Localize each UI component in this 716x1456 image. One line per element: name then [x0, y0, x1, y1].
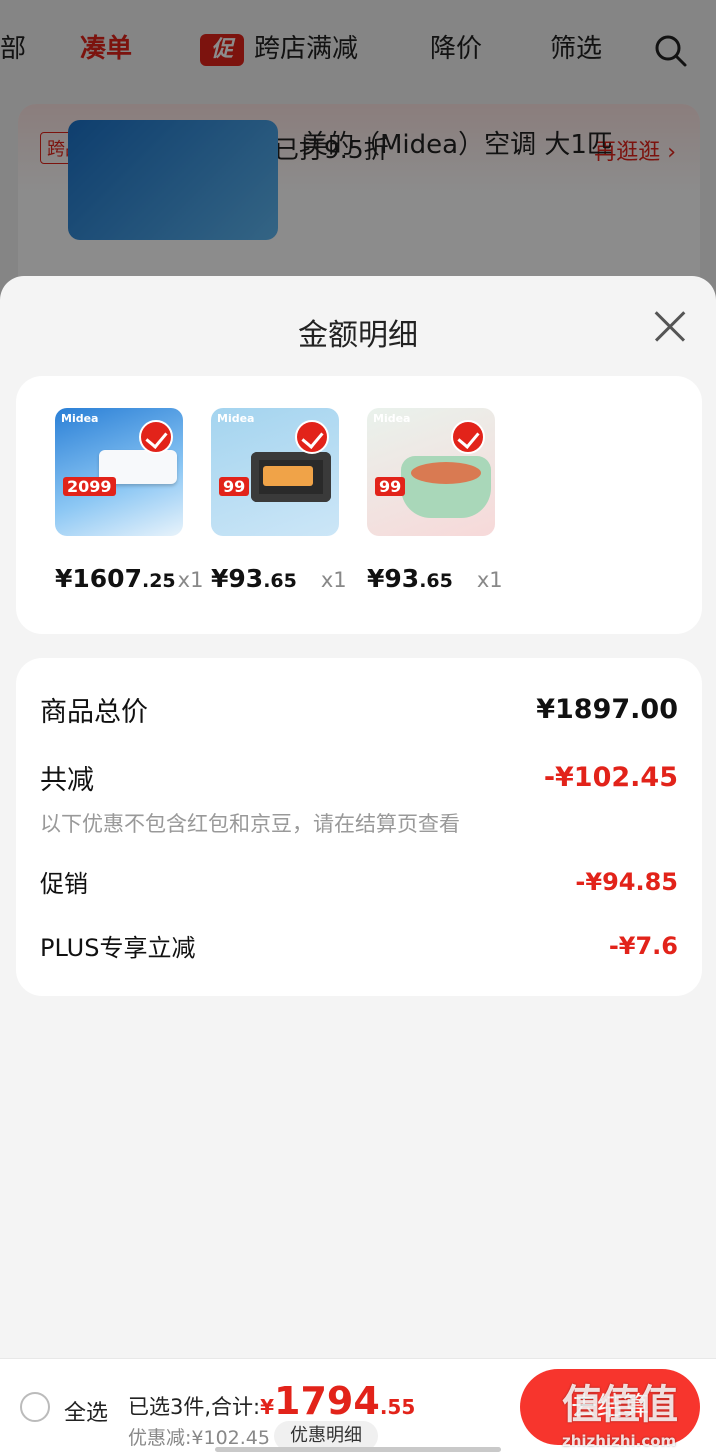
selected-total: 已选3件,合计:¥1794.55: [128, 1379, 415, 1423]
product-quantity: x1: [320, 568, 347, 592]
selected-count-text: 已选3件,合计:: [128, 1395, 261, 1419]
product-quantity: x1: [476, 568, 503, 592]
promotion-value: -¥94.85: [575, 867, 678, 896]
plus-discount-value: -¥7.6: [608, 931, 678, 960]
price-decimal: .25: [141, 570, 176, 592]
selected-products-card: Midea 2099 ¥1607.25x1 Midea 99 ¥93.65 x1 …: [16, 376, 702, 634]
total-decimal: .55: [379, 1395, 416, 1419]
check-icon[interactable]: [139, 420, 173, 454]
price-decimal: .65: [419, 570, 453, 592]
product-price: ¥1607.25x1: [55, 564, 203, 593]
watermark-text: 值值值: [562, 1382, 678, 1428]
discount-note: 以下优惠不包含红包和京豆，请在结算页查看: [40, 812, 460, 836]
brand-logo: Midea: [373, 412, 411, 425]
watermark-url: zhizhizhi.com: [562, 1432, 677, 1450]
product-price: ¥93.65 x1: [211, 564, 351, 593]
product-image: Midea 2099: [55, 408, 183, 536]
watermark: 值值值 zhizhizhi.com: [562, 1372, 712, 1452]
price-tag: 99: [219, 477, 250, 496]
promotion-label: 促销: [40, 870, 88, 898]
product-quantity: x1: [177, 568, 204, 592]
brand-logo: Midea: [217, 412, 255, 425]
product-item[interactable]: Midea 99 ¥93.65 x1: [367, 408, 507, 593]
sheet-title: 金额明细: [298, 318, 418, 353]
price-integer: ¥93: [367, 564, 420, 593]
select-all-radio[interactable]: [20, 1392, 50, 1422]
total-reduction-value: -¥102.45: [543, 762, 678, 793]
price-decimal: .65: [263, 570, 297, 592]
oven-image: [251, 452, 331, 502]
total-price-value: ¥1897.00: [536, 694, 678, 725]
product-item[interactable]: Midea 2099 ¥1607.25x1: [55, 408, 203, 593]
check-icon[interactable]: [295, 420, 329, 454]
price-tag: 99: [375, 477, 406, 496]
total-integer: 1794: [274, 1379, 380, 1423]
plus-discount-label: PLUS专享立减: [40, 934, 196, 962]
home-indicator[interactable]: [215, 1447, 501, 1452]
total-price-label: 商品总价: [40, 697, 148, 728]
price-tag: 2099: [63, 477, 116, 496]
cooker-image: [401, 456, 491, 518]
total-price-row: 商品总价 ¥1897.00: [40, 690, 678, 729]
product-item[interactable]: Midea 99 ¥93.65 x1: [211, 408, 351, 593]
total-reduction-label: 共减: [40, 765, 94, 796]
price-summary-card: 商品总价 ¥1897.00 共减 -¥102.45 以下优惠不包含红包和京豆，请…: [16, 658, 702, 996]
product-price: ¥93.65 x1: [367, 564, 507, 593]
plus-discount-row: PLUS专享立减 -¥7.6: [40, 928, 678, 963]
price-integer: ¥1607: [55, 564, 142, 593]
amount-detail-sheet: 金额明细 Midea 2099 ¥1607.25x1 Midea 99 ¥93.…: [0, 276, 716, 1456]
discount-summary: 优惠减:¥102.45: [128, 1427, 270, 1449]
price-integer: ¥93: [211, 564, 264, 593]
promotion-row: 促销 -¥94.85: [40, 864, 678, 899]
check-icon[interactable]: [451, 420, 485, 454]
product-image: Midea 99: [211, 408, 339, 536]
select-all-label[interactable]: 全选: [64, 1395, 108, 1427]
brand-logo: Midea: [61, 412, 99, 425]
currency-symbol: ¥: [260, 1395, 275, 1419]
close-icon[interactable]: [650, 306, 690, 346]
total-reduction-row: 共减 -¥102.45: [40, 758, 678, 797]
product-image: Midea 99: [367, 408, 495, 536]
